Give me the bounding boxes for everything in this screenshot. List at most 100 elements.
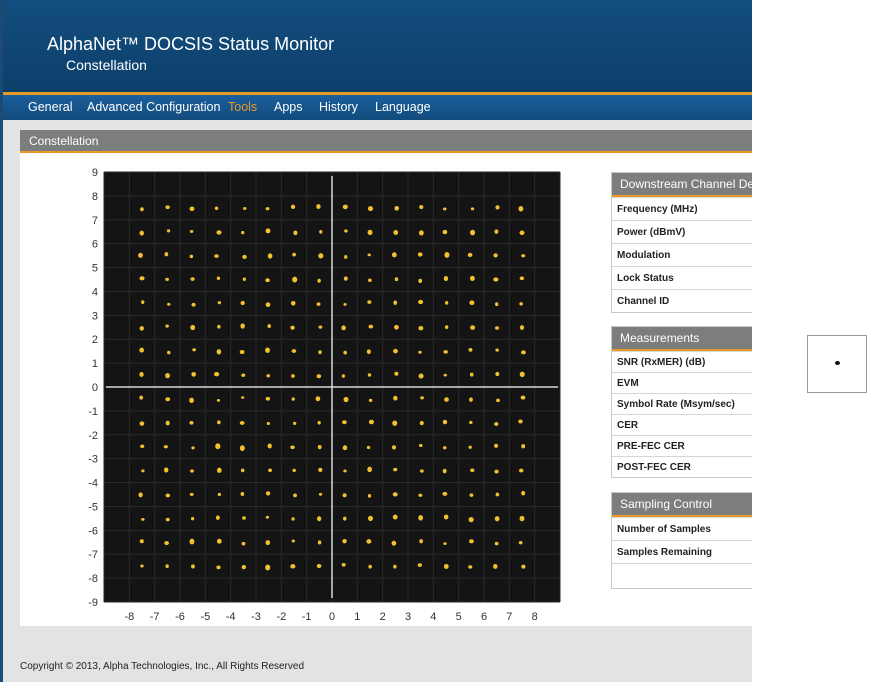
constellation-point xyxy=(393,395,398,401)
y-tick-label: 1 xyxy=(92,358,98,370)
constellation-point xyxy=(215,515,220,520)
constellation-point xyxy=(342,445,348,451)
constellation-point xyxy=(468,565,473,569)
constellation-point xyxy=(493,564,498,569)
constellation-point xyxy=(469,372,474,377)
nav-item-history[interactable]: History xyxy=(319,100,358,114)
constellation-point xyxy=(266,374,271,378)
constellation-point xyxy=(265,228,271,234)
footer-copyright: Copyright © 2013, Alpha Technologies, In… xyxy=(20,661,305,672)
constellation-point xyxy=(495,371,500,377)
measurements-row-snr: SNR (RxMER) (dB) xyxy=(612,351,752,372)
constellation-point xyxy=(444,300,449,305)
constellation-point xyxy=(344,255,348,259)
y-tick-label: -4 xyxy=(88,478,98,490)
constellation-point xyxy=(319,229,323,234)
constellation-point xyxy=(265,396,271,401)
constellation-point xyxy=(342,420,347,425)
constellation-point xyxy=(189,492,194,496)
constellation-point xyxy=(317,516,322,522)
constellation-point xyxy=(165,324,169,328)
x-tick-label: 5 xyxy=(456,611,462,623)
measurements-row-evm: EVM xyxy=(612,372,752,393)
downstream-channel-details-box: Downstream Channel Deta Frequency (MHz) … xyxy=(611,172,752,313)
constellation-point xyxy=(164,541,169,546)
sampling-control-box: Sampling Control Number of Samples Sampl… xyxy=(611,492,752,589)
y-tick-label: 4 xyxy=(92,286,98,298)
constellation-point xyxy=(494,469,499,474)
constellation-point xyxy=(518,541,523,545)
nav-item-language[interactable]: Language xyxy=(375,100,431,114)
constellation-point xyxy=(317,420,321,425)
constellation-point xyxy=(293,230,298,236)
constellation-point xyxy=(214,206,219,211)
constellation-point xyxy=(265,491,271,496)
y-tick-label: -5 xyxy=(88,501,98,513)
nav-item-general[interactable]: General xyxy=(28,100,72,114)
constellation-point xyxy=(290,300,296,306)
constellation-point xyxy=(316,302,321,306)
constellation-point xyxy=(318,325,323,329)
sampling-control-title: Sampling Control xyxy=(612,493,752,517)
constellation-point xyxy=(393,300,398,305)
y-tick-label: 5 xyxy=(92,263,98,275)
constellation-point xyxy=(368,564,372,569)
constellation-point xyxy=(242,277,246,281)
downstream-row-power: Power (dBmV) xyxy=(612,220,752,243)
page-subtitle: Constellation xyxy=(66,57,147,73)
constellation-point xyxy=(443,276,449,282)
constellation-point xyxy=(442,207,447,211)
nav-item-apps[interactable]: Apps xyxy=(274,100,303,114)
constellation-point xyxy=(317,444,322,450)
constellation-point xyxy=(318,253,324,259)
constellation-point xyxy=(468,516,474,523)
constellation-point xyxy=(141,518,145,521)
constellation-point xyxy=(392,492,398,497)
constellation-panel: Constellation 9 8 7 6 5 4 3 2 1 0 -1 -2 -3 -4 -5 -6 -7 -8… xyxy=(20,130,752,626)
constellation-point xyxy=(418,299,424,305)
constellation-point xyxy=(367,253,371,257)
constellation-chart: 9 8 7 6 5 4 3 2 1 0 -1 -2 -3 -4 -5 -6 -7 -8 -9 -8 -7 -6 -5 -4 -3… xyxy=(88,167,561,623)
constellation-point xyxy=(189,421,194,425)
constellation-point xyxy=(139,372,144,377)
constellation-point xyxy=(290,325,295,330)
constellation-point xyxy=(217,324,221,329)
constellation-point xyxy=(165,517,170,522)
constellation-point xyxy=(367,229,373,236)
constellation-point xyxy=(444,325,449,330)
constellation-point xyxy=(418,493,423,497)
y-tick-label: 2 xyxy=(92,334,98,346)
constellation-point xyxy=(442,446,447,450)
constellation-point xyxy=(417,563,422,567)
x-tick-label: -1 xyxy=(302,611,312,623)
x-tick-label: 7 xyxy=(506,611,512,623)
constellation-point xyxy=(291,539,295,543)
y-tick-label: 9 xyxy=(92,167,98,179)
constellation-point xyxy=(292,276,298,283)
constellation-point xyxy=(241,373,246,377)
y-tick-label: -8 xyxy=(88,573,98,585)
constellation-point xyxy=(290,445,295,450)
constellation-point xyxy=(190,469,194,473)
constellation-point xyxy=(166,229,171,233)
constellation-point xyxy=(443,563,449,569)
constellation-point xyxy=(393,564,397,569)
constellation-point xyxy=(394,205,399,211)
constellation-point xyxy=(420,396,424,400)
x-tick-label: -6 xyxy=(175,611,185,623)
constellation-point xyxy=(290,564,296,569)
x-tick-label: -3 xyxy=(251,611,261,623)
nav-item-tools[interactable]: Tools xyxy=(228,100,257,114)
constellation-point xyxy=(343,350,347,355)
nav-item-advanced-configuration[interactable]: Advanced Configuration xyxy=(87,100,220,114)
y-tick-label: -7 xyxy=(88,549,98,561)
constellation-point xyxy=(494,443,499,448)
constellation-point xyxy=(217,492,222,497)
constellation-point xyxy=(216,565,221,570)
constellation-point xyxy=(342,493,347,498)
constellation-point xyxy=(165,372,170,379)
constellation-point xyxy=(165,205,170,210)
constellation-point xyxy=(165,493,171,498)
constellation-point xyxy=(190,277,195,281)
app-title: AlphaNet™ DOCSIS Status Monitor xyxy=(47,34,335,54)
